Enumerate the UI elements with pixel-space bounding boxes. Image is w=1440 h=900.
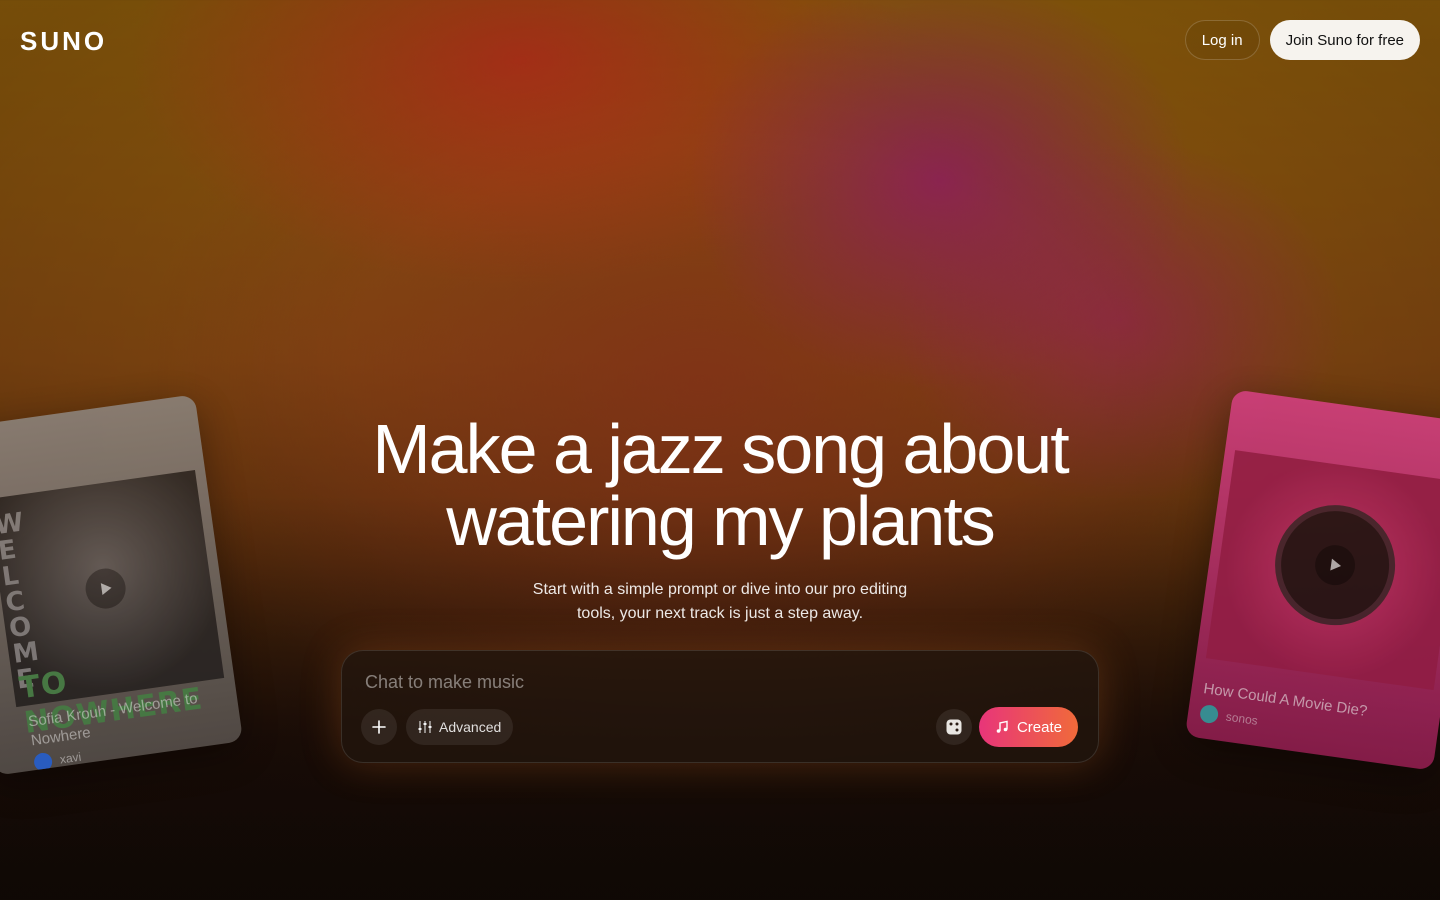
hero-title-line2: watering my plants <box>446 482 996 560</box>
join-button[interactable]: Join Suno for free <box>1269 20 1420 60</box>
song-author[interactable]: sonos <box>1198 703 1259 730</box>
suno-logo[interactable]: SUNO <box>20 26 107 57</box>
create-label: Create <box>1016 718 1062 736</box>
plus-icon <box>372 720 386 734</box>
random-dice-button[interactable] <box>936 709 972 745</box>
create-button[interactable]: Create <box>978 707 1078 747</box>
author-name: xavi <box>58 749 83 767</box>
dice-icon <box>946 719 962 735</box>
add-button[interactable] <box>361 709 397 745</box>
song-author[interactable]: xavi <box>32 748 83 773</box>
advanced-label: Advanced <box>439 719 502 735</box>
prompt-input[interactable]: Chat to make music <box>365 672 524 693</box>
avatar <box>32 751 54 773</box>
hero-title-line1: Make a jazz song about <box>372 410 1069 488</box>
hero-subtitle-line1: Start with a simple prompt or dive into … <box>532 581 908 598</box>
avatar <box>1198 703 1220 725</box>
login-button[interactable]: Log in <box>1184 20 1260 60</box>
advanced-button[interactable]: Advanced <box>406 709 514 745</box>
header-actions: Log in Join Suno for free <box>1184 20 1420 60</box>
hero-subtitle: Start with a simple prompt or dive into … <box>0 578 1440 626</box>
sliders-icon <box>418 721 432 733</box>
author-name: sonos <box>1224 709 1259 728</box>
prompt-composer[interactable]: Chat to make music Advanced Create <box>341 650 1099 763</box>
hero-subtitle-line2: tools, your next track is just a step aw… <box>576 605 864 622</box>
hero-title: Make a jazz song about watering my plant… <box>0 413 1440 557</box>
music-note-icon <box>996 720 1008 733</box>
